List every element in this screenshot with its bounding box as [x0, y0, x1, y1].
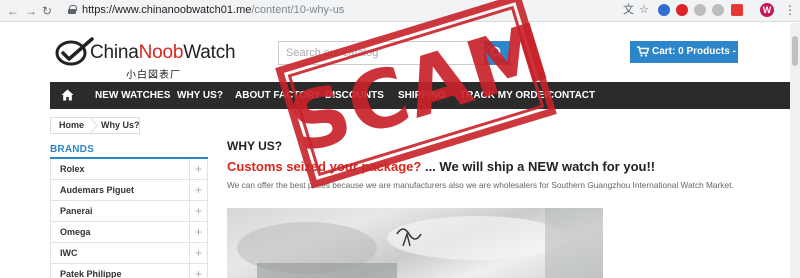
nav-item-track-order[interactable]: TRACK MY ORDER: [460, 82, 551, 109]
pinterest-icon[interactable]: [676, 4, 688, 16]
customs-headline-red: Customs seized your package?: [227, 159, 422, 174]
description-text: We can offer the best prices because we …: [227, 180, 734, 190]
profile-avatar[interactable]: W: [760, 3, 774, 17]
extension-icon[interactable]: [731, 4, 743, 16]
customs-headline-black: ... We will ship a NEW watch for you!!: [421, 159, 656, 174]
brand-label: Panerai: [60, 206, 93, 216]
brand-item-panerai[interactable]: Panerai +: [50, 201, 208, 222]
brand-item-audemars-piguet[interactable]: Audemars Piguet +: [50, 180, 208, 201]
browser-toolbar: ← → ↻ https://www.chinanoobwatch01.me/co…: [0, 0, 800, 22]
extension-icon[interactable]: [694, 4, 706, 16]
url-path: /content/10-why-us: [251, 4, 345, 16]
search-button[interactable]: [484, 41, 510, 65]
search-box[interactable]: [278, 41, 484, 65]
cart-button[interactable]: Cart: 0 Products - $0: [630, 41, 750, 63]
nav-item-new-watches[interactable]: NEW WATCHES: [95, 82, 170, 109]
logo-chinese-text: 小白図表厂: [126, 70, 181, 81]
nav-item-contact[interactable]: CONTACT: [547, 82, 595, 109]
brand-label: IWC: [60, 248, 78, 258]
breadcrumb-home[interactable]: Home: [59, 118, 84, 133]
logo-icon[interactable]: [52, 36, 94, 68]
search-icon: [490, 46, 504, 60]
brand-label: Rolex: [60, 164, 85, 174]
expand-plus-icon[interactable]: +: [189, 201, 207, 221]
expand-plus-icon[interactable]: +: [189, 243, 207, 263]
home-button[interactable]: [50, 82, 84, 109]
expand-plus-icon[interactable]: +: [189, 159, 207, 179]
page-title: WHY US?: [227, 139, 283, 153]
logo-text[interactable]: ChinaNoobWatch: [90, 42, 236, 64]
menu-dots-icon[interactable]: ⋮: [784, 3, 796, 17]
nav-item-about-factory[interactable]: ABOUT FACTORY: [235, 82, 321, 109]
back-arrow-icon[interactable]: ←: [7, 4, 19, 18]
package-photo: [227, 208, 603, 278]
forward-arrow-icon[interactable]: →: [25, 4, 37, 18]
brand-list: Rolex + Audemars Piguet + Panerai + Omega + …: [50, 159, 208, 278]
translate-icon[interactable]: 文: [623, 3, 634, 17]
extension-icon[interactable]: [658, 4, 670, 16]
nav-item-discounts[interactable]: DISCOUNTS: [325, 82, 384, 109]
home-icon: [61, 89, 74, 101]
scrollbar-thumb[interactable]: [792, 36, 798, 66]
brand-item-rolex[interactable]: Rolex +: [50, 159, 208, 180]
url-domain: https://www.chinanoobwatch01.me: [82, 4, 252, 16]
brand-label: Omega: [60, 227, 91, 237]
expand-plus-icon[interactable]: +: [189, 222, 207, 242]
logo-text-watch: Watch: [183, 42, 236, 63]
nav-item-shipping[interactable]: SHIPPING: [398, 82, 446, 109]
breadcrumb: Home Why Us?: [50, 117, 140, 134]
url-text[interactable]: https://www.chinanoobwatch01.me/content/…: [82, 4, 344, 16]
bookmark-star-icon[interactable]: ☆: [639, 3, 649, 17]
cart-label: Cart: 0 Products - $0: [652, 46, 750, 57]
brand-label: Patek Philippe: [60, 269, 122, 278]
breadcrumb-separator-icon: [89, 117, 98, 134]
package-photo-art: [237, 208, 603, 278]
breadcrumb-current: Why Us?: [101, 120, 140, 130]
brand-item-iwc[interactable]: IWC +: [50, 243, 208, 264]
logo-text-china: China: [90, 42, 139, 63]
cart-icon: [637, 46, 649, 57]
brand-item-patek-philippe[interactable]: Patek Philippe +: [50, 264, 208, 278]
brand-label: Audemars Piguet: [60, 185, 135, 195]
brand-item-omega[interactable]: Omega +: [50, 222, 208, 243]
expand-plus-icon[interactable]: +: [189, 180, 207, 200]
brands-heading: BRANDS: [50, 144, 94, 155]
reload-icon[interactable]: ↻: [42, 4, 52, 18]
expand-plus-icon[interactable]: +: [189, 264, 207, 278]
lock-icon[interactable]: [68, 5, 77, 14]
logo-text-noob: Noob: [138, 42, 184, 63]
main-navigation: NEW WATCHES WHY US? ABOUT FACTORY DISCOU…: [50, 82, 790, 109]
extension-icon[interactable]: [712, 4, 724, 16]
nav-item-why-us[interactable]: WHY US?: [177, 82, 223, 109]
customs-headline: Customs seized your package? ... We will…: [227, 159, 655, 174]
search-input[interactable]: [279, 42, 484, 64]
